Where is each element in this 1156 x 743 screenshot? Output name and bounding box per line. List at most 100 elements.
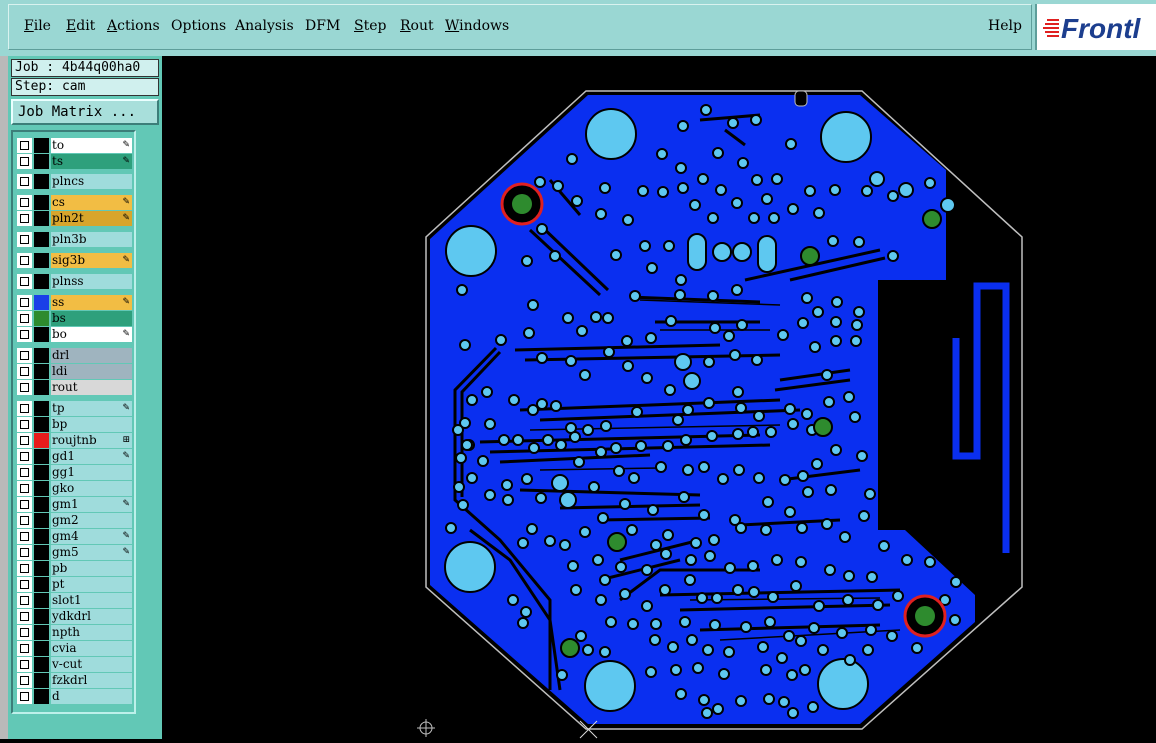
layer-name[interactable]: pb bbox=[51, 561, 132, 576]
layer-name[interactable]: pt bbox=[51, 577, 132, 592]
layer-color-swatch[interactable] bbox=[34, 577, 49, 592]
layer-name[interactable]: gg1 bbox=[51, 465, 132, 480]
layer-color-swatch[interactable] bbox=[34, 529, 49, 544]
layer-row-drl[interactable]: drl bbox=[17, 348, 132, 363]
layer-color-swatch[interactable] bbox=[34, 657, 49, 672]
layer-color-swatch[interactable] bbox=[34, 673, 49, 688]
layer-row-tp[interactable]: tp ✎ bbox=[17, 401, 132, 416]
menu-actions[interactable]: Actions bbox=[107, 18, 160, 34]
layer-name[interactable]: drl bbox=[51, 348, 132, 363]
layer-checkbox[interactable] bbox=[17, 154, 32, 169]
layer-checkbox[interactable] bbox=[17, 593, 32, 608]
layer-color-swatch[interactable] bbox=[34, 449, 49, 464]
layer-name[interactable]: npth bbox=[51, 625, 132, 640]
layer-row-gko[interactable]: gko bbox=[17, 481, 132, 496]
layer-color-swatch[interactable] bbox=[34, 211, 49, 226]
layer-color-swatch[interactable] bbox=[34, 195, 49, 210]
graphics-area[interactable] bbox=[164, 56, 1156, 739]
layer-row-gm2[interactable]: gm2 bbox=[17, 513, 132, 528]
layer-checkbox[interactable] bbox=[17, 529, 32, 544]
layer-name[interactable]: gm5 ✎ bbox=[51, 545, 132, 560]
layer-row-bs[interactable]: bs bbox=[17, 311, 132, 326]
layer-color-swatch[interactable] bbox=[34, 295, 49, 310]
layer-name[interactable]: gd1 ✎ bbox=[51, 449, 132, 464]
layer-row-rout[interactable]: rout bbox=[17, 380, 132, 395]
layer-name[interactable]: plnss bbox=[51, 274, 132, 289]
layer-row-ydkdrl[interactable]: ydkdrl bbox=[17, 609, 132, 624]
layer-color-swatch[interactable] bbox=[34, 625, 49, 640]
layer-color-swatch[interactable] bbox=[34, 593, 49, 608]
layer-name[interactable]: bo ✎ bbox=[51, 327, 132, 342]
layer-color-swatch[interactable] bbox=[34, 481, 49, 496]
layer-checkbox[interactable] bbox=[17, 609, 32, 624]
layer-row-gg1[interactable]: gg1 bbox=[17, 465, 132, 480]
layer-name[interactable]: gm4 ✎ bbox=[51, 529, 132, 544]
layer-row-plnss[interactable]: plnss bbox=[17, 274, 132, 289]
layer-color-swatch[interactable] bbox=[34, 417, 49, 432]
menu-edit[interactable]: Edit bbox=[66, 18, 95, 34]
layer-checkbox[interactable] bbox=[17, 449, 32, 464]
layer-row-gd1[interactable]: gd1 ✎ bbox=[17, 449, 132, 464]
layer-checkbox[interactable] bbox=[17, 465, 32, 480]
layer-row-pln2t[interactable]: pln2t ✎ bbox=[17, 211, 132, 226]
layer-row-gm4[interactable]: gm4 ✎ bbox=[17, 529, 132, 544]
layer-checkbox[interactable] bbox=[17, 348, 32, 363]
layer-row-plncs[interactable]: plncs bbox=[17, 174, 132, 189]
layer-checkbox[interactable] bbox=[17, 625, 32, 640]
layer-checkbox[interactable] bbox=[17, 497, 32, 512]
layer-checkbox[interactable] bbox=[17, 232, 32, 247]
layer-checkbox[interactable] bbox=[17, 513, 32, 528]
layer-row-pln3b[interactable]: pln3b bbox=[17, 232, 132, 247]
menu-options[interactable]: Options bbox=[171, 18, 226, 34]
menu-rout[interactable]: Rout bbox=[400, 18, 434, 34]
layer-color-swatch[interactable] bbox=[34, 401, 49, 416]
layer-row-pt[interactable]: pt bbox=[17, 577, 132, 592]
layer-checkbox[interactable] bbox=[17, 295, 32, 310]
layer-checkbox[interactable] bbox=[17, 417, 32, 432]
layer-row-d[interactable]: d bbox=[17, 689, 132, 704]
layer-checkbox[interactable] bbox=[17, 561, 32, 576]
layer-checkbox[interactable] bbox=[17, 401, 32, 416]
layer-name[interactable]: sig3b ✎ bbox=[51, 253, 132, 268]
layer-row-sig3b[interactable]: sig3b ✎ bbox=[17, 253, 132, 268]
layer-color-swatch[interactable] bbox=[34, 513, 49, 528]
layer-checkbox[interactable] bbox=[17, 545, 32, 560]
layer-checkbox[interactable] bbox=[17, 274, 32, 289]
layer-color-swatch[interactable] bbox=[34, 433, 49, 448]
layer-color-swatch[interactable] bbox=[34, 311, 49, 326]
layer-color-swatch[interactable] bbox=[34, 154, 49, 169]
layer-row-ldi[interactable]: ldi bbox=[17, 364, 132, 379]
layer-name[interactable]: cs ✎ bbox=[51, 195, 132, 210]
layer-color-swatch[interactable] bbox=[34, 274, 49, 289]
layer-name[interactable]: gm1 ✎ bbox=[51, 497, 132, 512]
layer-color-swatch[interactable] bbox=[34, 380, 49, 395]
layer-row-cs[interactable]: cs ✎ bbox=[17, 195, 132, 210]
layer-color-swatch[interactable] bbox=[34, 545, 49, 560]
layer-color-swatch[interactable] bbox=[34, 253, 49, 268]
layer-color-swatch[interactable] bbox=[34, 641, 49, 656]
layer-row-gm5[interactable]: gm5 ✎ bbox=[17, 545, 132, 560]
menu-windows[interactable]: Windows bbox=[445, 18, 509, 34]
layer-checkbox[interactable] bbox=[17, 327, 32, 342]
layer-row-fzkdrl[interactable]: fzkdrl bbox=[17, 673, 132, 688]
layer-row-pb[interactable]: pb bbox=[17, 561, 132, 576]
layer-checkbox[interactable] bbox=[17, 311, 32, 326]
layer-name[interactable]: pln2t ✎ bbox=[51, 211, 132, 226]
layer-checkbox[interactable] bbox=[17, 577, 32, 592]
menu-help[interactable]: Help bbox=[988, 18, 1022, 34]
layer-row-ts[interactable]: ts ✎ bbox=[17, 154, 132, 169]
layer-color-swatch[interactable] bbox=[34, 348, 49, 363]
layer-checkbox[interactable] bbox=[17, 195, 32, 210]
layer-checkbox[interactable] bbox=[17, 211, 32, 226]
layer-color-swatch[interactable] bbox=[34, 497, 49, 512]
layer-checkbox[interactable] bbox=[17, 641, 32, 656]
menu-step[interactable]: Step bbox=[354, 18, 386, 34]
layer-name[interactable]: tp ✎ bbox=[51, 401, 132, 416]
layer-row-roujtnb[interactable]: roujtnb ⊞ bbox=[17, 433, 132, 448]
layer-name[interactable]: plncs bbox=[51, 174, 132, 189]
layer-name[interactable]: v-cut bbox=[51, 657, 132, 672]
layer-color-swatch[interactable] bbox=[34, 561, 49, 576]
layer-checkbox[interactable] bbox=[17, 689, 32, 704]
layer-row-cvia[interactable]: cvia bbox=[17, 641, 132, 656]
layer-row-v-cut[interactable]: v-cut bbox=[17, 657, 132, 672]
